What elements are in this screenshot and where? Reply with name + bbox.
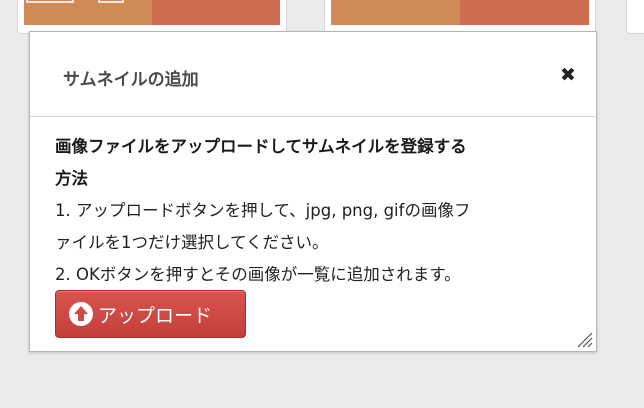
instruction-heading: 画像ファイルをアップロードしてサムネイルを登録する 方法 <box>55 131 565 195</box>
resize-handle-icon[interactable] <box>575 330 593 348</box>
thumbnail-card[interactable] <box>626 0 644 34</box>
instruction-step-2: 2. OKボタンを押すとその画像が一覧に追加されます。 <box>55 265 461 284</box>
thumbnail-card[interactable] <box>17 0 287 34</box>
thumbnail-card[interactable] <box>324 0 596 34</box>
dialog-header: サムネイルの追加 ✖ <box>30 32 596 117</box>
add-thumbnail-dialog: サムネイルの追加 ✖ 画像ファイルをアップロードしてサムネイルを登録する 方法 … <box>29 31 597 352</box>
upload-arrow-icon <box>68 301 94 327</box>
image-icon <box>26 0 74 3</box>
upload-button[interactable]: アップロード <box>55 290 246 338</box>
instruction-step-line: 1. アップロードボタンを押して、jpg, png, gifの画像フ <box>55 201 471 220</box>
thumbnail-image <box>331 0 589 25</box>
instruction-step-line: ァイルを1つだけ選択してください。 <box>55 233 329 252</box>
device-icon <box>98 0 124 3</box>
dialog-title: サムネイルの追加 <box>63 70 199 90</box>
close-icon: ✖ <box>560 64 576 86</box>
instruction-heading-line: 方法 <box>55 169 88 188</box>
upload-button-label: アップロード <box>98 304 213 327</box>
instruction-heading-line: 画像ファイルをアップロードしてサムネイルを登録する <box>55 137 467 156</box>
dialog-body: 画像ファイルをアップロードしてサムネイルを登録する 方法 1. アップロードボタ… <box>55 131 565 291</box>
instruction-step-1: 1. アップロードボタンを押して、jpg, png, gifの画像フ ァイルを1… <box>55 195 565 259</box>
thumbnail-image <box>24 0 280 25</box>
close-button[interactable]: ✖ <box>558 65 578 85</box>
